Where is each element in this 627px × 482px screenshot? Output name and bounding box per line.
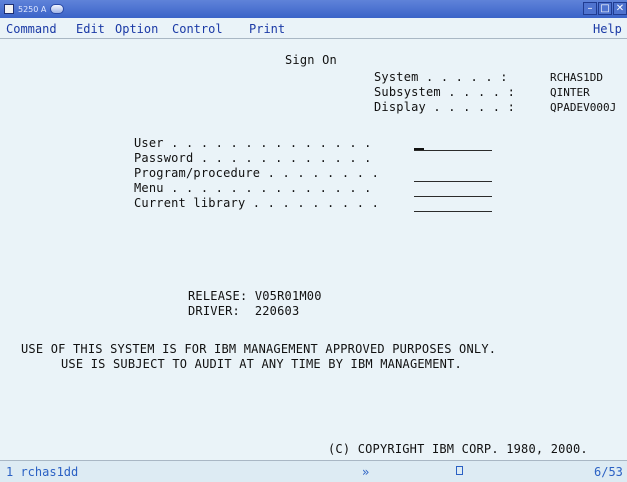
user-input[interactable] xyxy=(414,150,492,151)
window-title: 5250 A xyxy=(18,4,47,14)
menu-edit[interactable]: Edit xyxy=(76,22,105,36)
subsystem-value: QINTER xyxy=(550,86,590,99)
terminal-window: 5250 A – □ ✕ Command Edit Option Control… xyxy=(0,0,627,482)
notice-line-2: USE IS SUBJECT TO AUDIT AT ANY TIME BY I… xyxy=(61,357,462,371)
document-icon xyxy=(456,466,463,475)
menu-input[interactable] xyxy=(414,196,492,197)
close-button[interactable]: ✕ xyxy=(613,2,627,15)
display-label: Display . . . . . : xyxy=(374,100,516,114)
subsystem-label: Subsystem . . . . : xyxy=(374,85,516,99)
indicator-icon: » xyxy=(362,465,370,479)
password-label: Password . . . . . . . . . . . . xyxy=(134,151,372,165)
status-bar: 1 rchas1dd » 6/53 xyxy=(0,460,627,482)
minimize-button[interactable]: – xyxy=(583,2,597,15)
library-input[interactable] xyxy=(414,211,492,212)
notice-line-1: USE OF THIS SYSTEM IS FOR IBM MANAGEMENT… xyxy=(21,342,497,356)
menu-command[interactable]: Command xyxy=(6,22,57,36)
user-label: User . . . . . . . . . . . . . . xyxy=(134,136,372,150)
copyright: (C) COPYRIGHT IBM CORP. 1980, 2000. xyxy=(328,442,588,456)
release-line: RELEASE: V05R01M00 xyxy=(188,289,322,303)
display-value: QPADEV000J xyxy=(550,101,617,114)
library-label: Current library . . . . . . . . . xyxy=(134,196,380,210)
program-input[interactable] xyxy=(414,181,492,182)
xp-logo-icon xyxy=(50,4,65,14)
title-bar: 5250 A – □ ✕ xyxy=(0,0,627,18)
menu-option[interactable]: Option xyxy=(115,22,158,36)
terminal-screen[interactable]: Sign On System . . . . . : RCHAS1DD Subs… xyxy=(0,39,627,461)
cursor-position: 6/53 xyxy=(594,465,623,479)
session-name: 1 rchas1dd xyxy=(6,465,79,479)
program-label: Program/procedure . . . . . . . . xyxy=(134,166,380,180)
driver-line: DRIVER: 220603 xyxy=(188,304,300,318)
menu-label: Menu . . . . . . . . . . . . . . xyxy=(134,181,372,195)
page-title: Sign On xyxy=(285,53,337,67)
menu-bar: Command Edit Option Control Print Help xyxy=(0,18,627,39)
menu-control[interactable]: Control xyxy=(172,22,223,36)
maximize-button[interactable]: □ xyxy=(598,2,612,15)
system-label: System . . . . . : xyxy=(374,70,508,84)
system-value: RCHAS1DD xyxy=(550,71,603,84)
menu-help[interactable]: Help xyxy=(593,22,622,36)
menu-print[interactable]: Print xyxy=(249,22,285,36)
app-icon[interactable] xyxy=(4,4,14,14)
